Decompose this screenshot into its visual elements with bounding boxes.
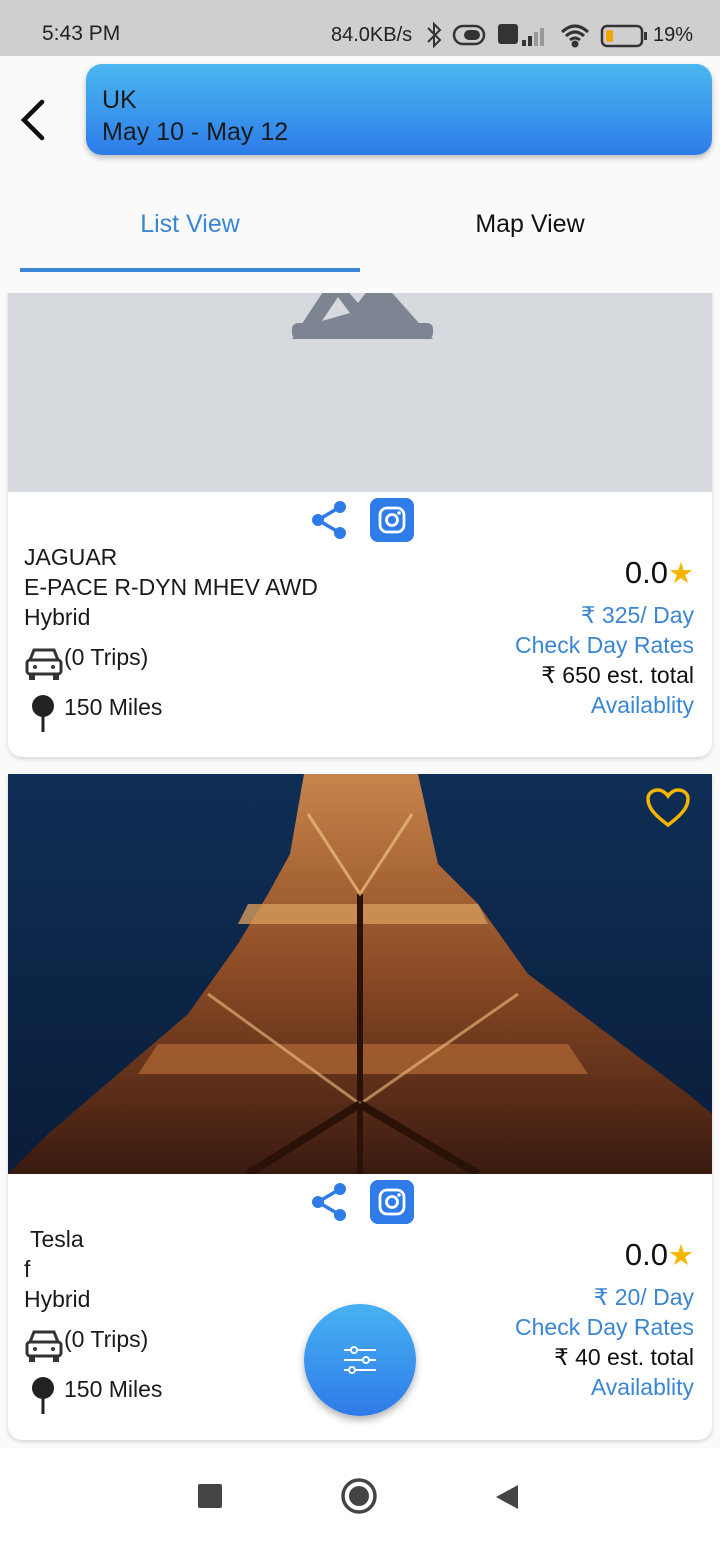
recent-apps-icon[interactable] [198,1484,222,1508]
battery-icon [600,24,647,48]
car-list[interactable]: JAGUAR E-PACE R-DYN MHEV AWD Hybrid (0 T… [0,293,720,1448]
check-day-rates-link[interactable]: Check Day Rates [515,632,694,659]
instagram-icon[interactable] [370,1180,414,1224]
car-trips: (0 Trips) [64,1326,149,1352]
car-model: E-PACE R-DYN MHEV AWD [24,574,318,600]
car-fuel-type: Hybrid [24,604,91,630]
search-dates: May 10 - May 12 [102,118,289,146]
car-model: f [24,1256,31,1282]
car-trips: (0 Trips) [64,644,149,670]
rating: 0.0★ [625,555,694,591]
volte-icon [498,24,518,44]
filter-sliders-icon [344,1346,376,1374]
wifi-icon [560,24,590,48]
tab-map-view[interactable]: Map View [360,210,700,239]
car-make: Tesla [24,1226,84,1252]
estimated-total: ₹ 40 est. total [554,1344,694,1370]
availability-link[interactable]: Availablity [591,1374,694,1401]
car-distance: 150 Miles [64,694,163,720]
back-arrow-icon[interactable] [16,98,56,142]
car-make: JAGUAR [24,544,118,570]
car-distance: 150 Miles [64,1376,163,1402]
image-placeholder-icon [292,293,433,339]
rating: 0.0★ [625,1237,694,1273]
tab-indicator [20,268,360,272]
status-icons [427,21,647,49]
price-per-day: ₹ 325/ Day [580,602,694,628]
check-day-rates-link[interactable]: Check Day Rates [515,1314,694,1341]
search-summary-chip[interactable]: UK May 10 - May 12 [86,64,712,155]
star-icon: ★ [668,558,694,590]
instagram-icon[interactable] [370,498,414,542]
estimated-total: ₹ 650 est. total [541,662,694,688]
location-pin-icon [32,1377,54,1414]
app-bar: UK May 10 - May 12 List View Map View [0,56,720,293]
eiffel-tower-image [8,774,712,1178]
vibrate-icon [452,24,486,46]
car-icon [25,1330,63,1362]
status-network-speed: 84.0KB/s [331,24,413,46]
location-pin-icon [32,695,54,732]
bluetooth-icon [427,21,442,49]
availability-link[interactable]: Availablity [591,692,694,719]
favorite-heart-icon[interactable] [646,788,690,828]
star-icon: ★ [668,1240,694,1272]
back-nav-icon[interactable] [494,1483,520,1511]
system-navigation-bar [0,1448,720,1544]
rating-value: 0.0 [624,555,668,590]
share-icon[interactable] [310,500,348,540]
status-time: 5:43 PM [42,22,121,45]
car-card[interactable]: JAGUAR E-PACE R-DYN MHEV AWD Hybrid (0 T… [8,293,712,757]
car-fuel-type: Hybrid [24,1286,91,1312]
signal-icon [522,28,544,46]
rating-value: 0.0 [624,1237,668,1272]
car-image-placeholder [8,293,712,492]
car-photo[interactable] [8,774,712,1178]
search-location: UK [102,86,137,114]
filter-fab-button[interactable] [304,1304,416,1416]
price-per-day: ₹ 20/ Day [593,1284,694,1310]
status-battery-percent: 19% [653,24,694,46]
status-bar: 5:43 PM 84.0KB/s 19% [0,0,720,56]
car-icon [25,648,63,680]
tab-list-view[interactable]: List View [20,210,360,239]
share-icon[interactable] [310,1182,348,1222]
home-icon[interactable] [340,1477,378,1515]
